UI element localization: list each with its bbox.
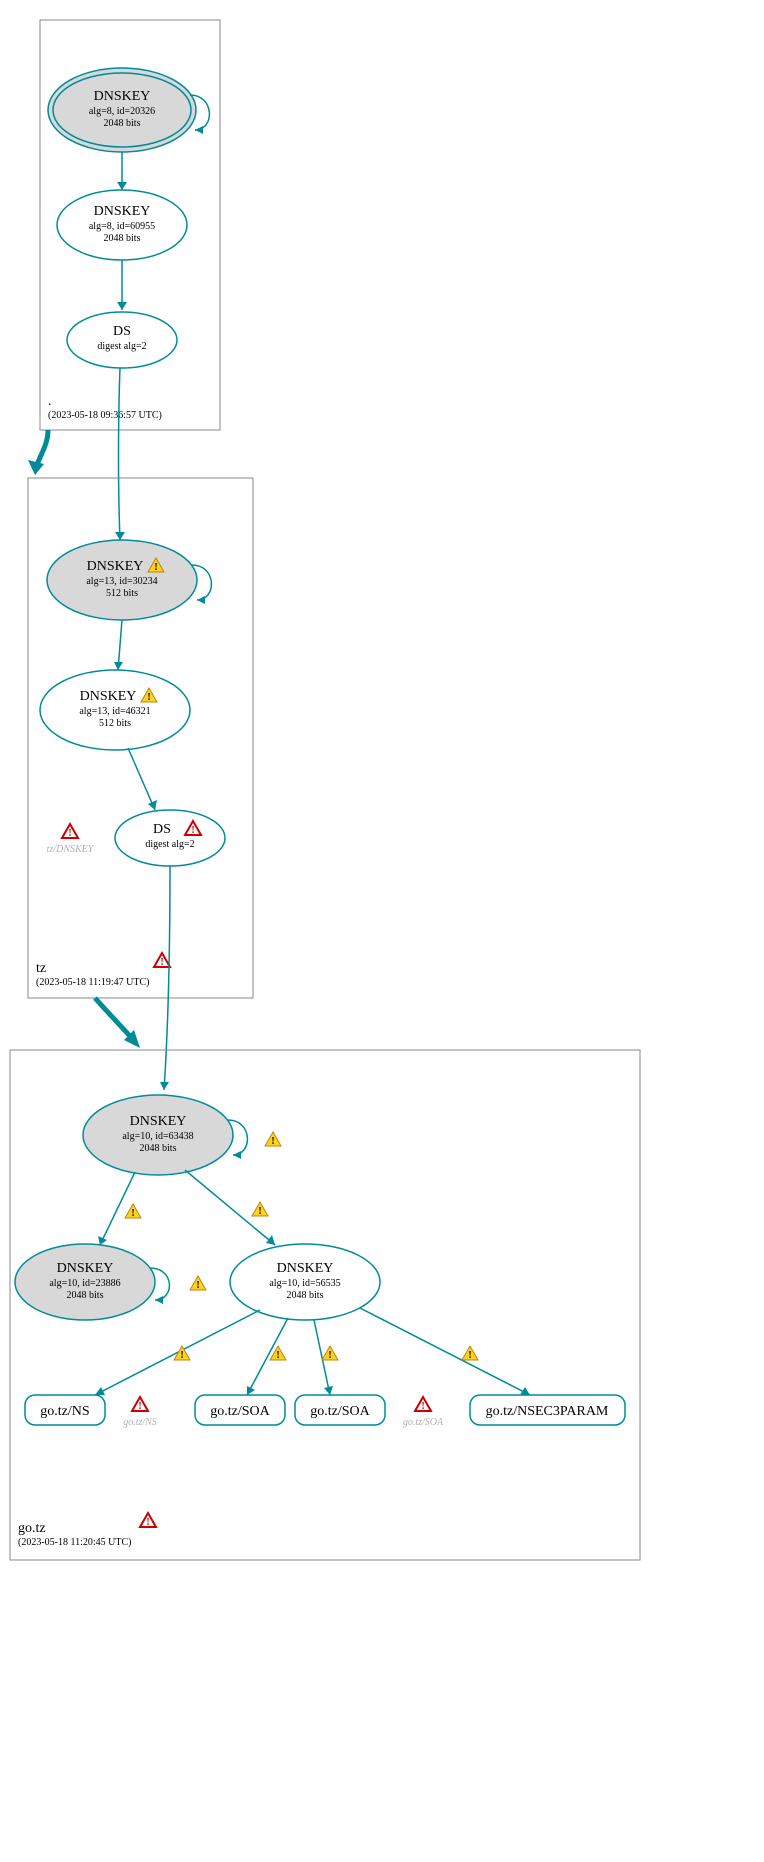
svg-text:!: ! (147, 692, 150, 703)
svg-text:DNSKEY: DNSKEY (94, 89, 151, 104)
svg-text:2048 bits: 2048 bits (287, 1290, 324, 1301)
rr-soa1-label: go.tz/SOA (210, 1404, 270, 1419)
svg-text:DNSKEY: DNSKEY (130, 1114, 187, 1129)
node-gotz-k2: DNSKEY alg=10, id=23886 2048 bits (15, 1244, 155, 1320)
node-gotz-ksk: DNSKEY alg=10, id=63438 2048 bits (83, 1095, 233, 1175)
zone-gotz-timestamp: (2023-05-18 11:20:45 UTC) (18, 1537, 132, 1548)
svg-text:!: ! (421, 1401, 424, 1412)
edge-gotz-zsk-ns (95, 1310, 260, 1395)
warning-icon: ! (125, 1204, 141, 1219)
svg-text:2048 bits: 2048 bits (140, 1143, 177, 1154)
svg-text:alg=10, id=23886: alg=10, id=23886 (49, 1278, 120, 1289)
error-icon: ! (140, 1513, 156, 1528)
node-gotz-zsk: DNSKEY alg=10, id=56535 2048 bits (230, 1244, 380, 1320)
svg-text:alg=8, id=20326: alg=8, id=20326 (89, 106, 155, 117)
svg-text:alg=8, id=60955: alg=8, id=60955 (89, 221, 155, 232)
zone-tz-timestamp: (2023-05-18 11:19:47 UTC) (36, 977, 150, 988)
node-root-zsk: DNSKEY alg=8, id=60955 2048 bits (57, 190, 187, 260)
error-icon: ! (154, 953, 170, 968)
svg-text:!: ! (468, 1350, 471, 1361)
svg-text:!: ! (271, 1136, 274, 1147)
svg-text:2048 bits: 2048 bits (104, 118, 141, 129)
svg-text:DNSKEY: DNSKEY (57, 1261, 114, 1276)
rr-nsec3-label: go.tz/NSEC3PARAM (486, 1404, 609, 1419)
svg-text:alg=10, id=56535: alg=10, id=56535 (269, 1278, 340, 1289)
node-root-ksk: DNSKEY alg=8, id=20326 2048 bits (48, 68, 196, 152)
svg-text:DNSKEY: DNSKEY (94, 204, 151, 219)
dnssec-graph: . (2023-05-18 09:36:57 UTC) DNSKEY alg=8… (0, 0, 764, 1862)
warning-icon: ! (265, 1132, 281, 1147)
zone-tz-label: tz (36, 961, 46, 976)
edge-root-ds-tz-ksk (119, 368, 121, 540)
svg-text:digest alg=2: digest alg=2 (97, 341, 146, 352)
svg-text:!: ! (154, 562, 157, 573)
warning-icon: ! (190, 1276, 206, 1291)
svg-text:!: ! (276, 1350, 279, 1361)
svg-text:alg=13, id=30234: alg=13, id=30234 (86, 576, 157, 587)
node-root-ds: DS digest alg=2 (67, 312, 177, 368)
edge-gotz-ksk-k2 (100, 1172, 135, 1245)
svg-text:!: ! (191, 825, 194, 836)
ghost-gotz-ns: go.tz/NS (123, 1417, 157, 1428)
zone-gotz-label: go.tz (18, 1521, 46, 1536)
svg-text:!: ! (68, 828, 71, 839)
svg-text:DNSKEY: DNSKEY (87, 559, 144, 574)
edge-tz-zsk-ds (128, 748, 155, 810)
svg-text:512 bits: 512 bits (106, 588, 138, 599)
node-tz-ds: DS digest alg=2 ! (115, 810, 225, 866)
svg-text:DNSKEY: DNSKEY (277, 1261, 334, 1276)
error-icon: ! (415, 1397, 431, 1412)
edge-tz-ds-gotz-ksk (164, 866, 170, 1090)
svg-text:DS: DS (153, 822, 171, 837)
svg-text:!: ! (196, 1280, 199, 1291)
svg-text:DNSKEY: DNSKEY (80, 689, 137, 704)
svg-text:!: ! (131, 1208, 134, 1219)
zone-root-timestamp: (2023-05-18 09:36:57 UTC) (48, 410, 162, 421)
svg-text:alg=10, id=63438: alg=10, id=63438 (122, 1131, 193, 1142)
svg-text:alg=13, id=46321: alg=13, id=46321 (79, 706, 150, 717)
svg-text:digest alg=2: digest alg=2 (145, 839, 194, 850)
zone-root-label: . (48, 394, 52, 409)
svg-text:!: ! (258, 1206, 261, 1217)
svg-text:2048 bits: 2048 bits (67, 1290, 104, 1301)
svg-text:!: ! (138, 1401, 141, 1412)
warning-icon: ! (462, 1346, 478, 1361)
svg-text:!: ! (180, 1350, 183, 1361)
ghost-tz-dnskey: ! (62, 824, 78, 839)
svg-text:512 bits: 512 bits (99, 718, 131, 729)
svg-text:!: ! (146, 1517, 149, 1528)
svg-text:2048 bits: 2048 bits (104, 233, 141, 244)
svg-text:!: ! (328, 1350, 331, 1361)
node-tz-zsk: DNSKEY alg=13, id=46321 512 bits ! (40, 670, 190, 750)
svg-text:DS: DS (113, 324, 131, 339)
ghost-tz-dnskey-label: tz/DNSKEY (47, 844, 95, 855)
warning-icon: ! (322, 1346, 338, 1361)
node-tz-ksk: DNSKEY alg=13, id=30234 512 bits ! (47, 540, 197, 620)
error-icon: ! (132, 1397, 148, 1412)
edge-gotz-zsk-nsec3 (360, 1308, 530, 1395)
rr-ns-label: go.tz/NS (40, 1404, 89, 1419)
warning-icon: ! (252, 1202, 268, 1217)
svg-text:!: ! (160, 957, 163, 968)
ghost-gotz-soa: go.tz/SOA (403, 1417, 444, 1428)
rr-soa2-label: go.tz/SOA (310, 1404, 370, 1419)
